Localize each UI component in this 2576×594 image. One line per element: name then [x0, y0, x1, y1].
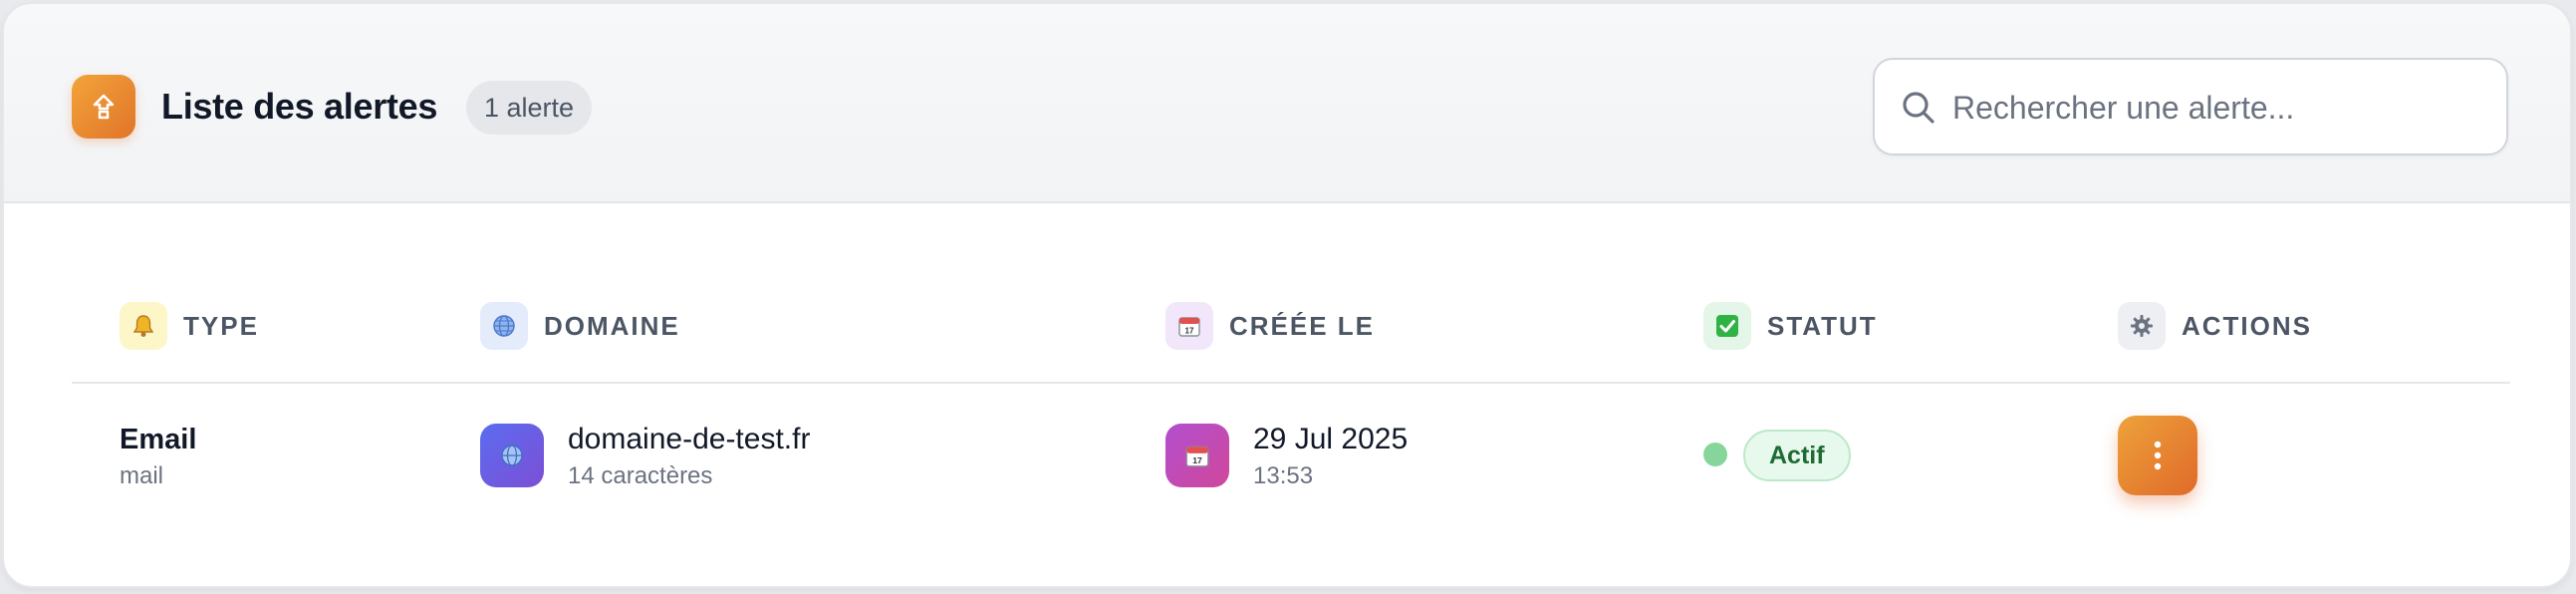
search-input[interactable]: [1952, 80, 2470, 136]
svg-text:17: 17: [1192, 455, 1202, 465]
column-header-actions[interactable]: ACTIONS: [2118, 301, 2312, 351]
column-header-type[interactable]: TYPE: [120, 301, 259, 351]
globe-icon: [480, 302, 528, 350]
column-label-domain: DOMAINE: [544, 310, 680, 341]
card-header: Liste des alertes 1 alerte: [4, 4, 2570, 203]
row-actions-button[interactable]: [2118, 416, 2197, 495]
column-label-type: TYPE: [183, 310, 259, 341]
alert-type: Email: [120, 424, 197, 455]
alert-arrow-icon: [72, 75, 135, 139]
column-header-status[interactable]: STATUT: [1703, 301, 1878, 351]
search-box[interactable]: [1873, 58, 2508, 155]
more-vertical-icon: [2154, 441, 2162, 470]
domain-globe-icon: [480, 424, 544, 487]
alert-domain: domaine-de-test.fr: [568, 423, 811, 455]
calendar-icon: 17: [1165, 302, 1213, 350]
svg-text:17: 17: [1185, 327, 1194, 336]
column-label-actions: ACTIONS: [2182, 310, 2312, 341]
column-label-status: STATUT: [1767, 310, 1878, 341]
alert-created-time: 13:53: [1253, 462, 1314, 489]
alert-type-subtitle: mail: [120, 462, 164, 489]
alert-domain-length: 14 caractères: [568, 462, 713, 489]
gear-icon: [2118, 302, 2166, 350]
search-icon: [1903, 92, 1934, 124]
table-header-divider: [72, 382, 2510, 384]
column-label-created: CRÉÉE LE: [1229, 310, 1376, 341]
check-icon: [1703, 302, 1751, 350]
status-indicator-dot: [1703, 443, 1727, 466]
alerts-card: Liste des alertes 1 alerte TYPE: [2, 2, 2572, 588]
column-header-domain[interactable]: DOMAINE: [480, 301, 680, 351]
status-badge: Actif: [1743, 430, 1851, 481]
page-title: Liste des alertes: [161, 86, 438, 127]
bell-icon: [120, 302, 167, 350]
alert-count-badge: 1 alerte: [466, 81, 593, 135]
column-header-created[interactable]: 17 CRÉÉE LE: [1165, 301, 1375, 351]
date-calendar-icon: 17: [1165, 424, 1229, 487]
alert-created-date: 29 Jul 2025: [1253, 423, 1409, 455]
